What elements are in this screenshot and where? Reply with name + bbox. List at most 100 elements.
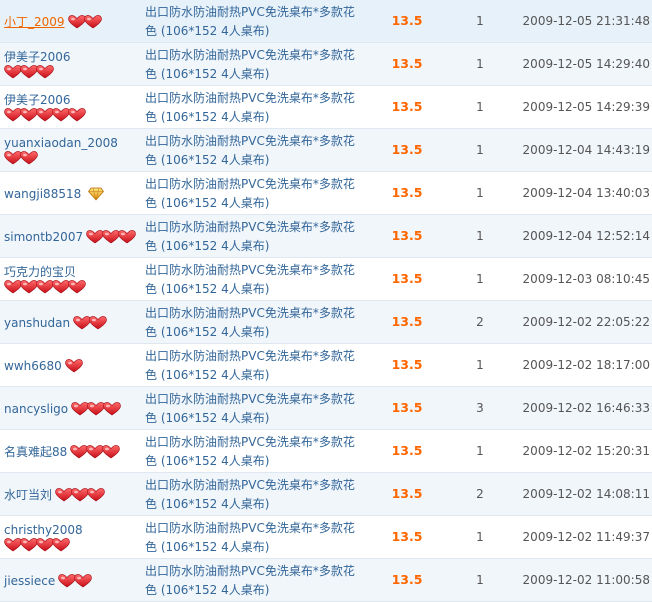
purchase-time: 2009-12-02 11:49:37 [522,530,650,544]
product-title-link[interactable]: 出口防水防油耐热PVC免洗桌布*多款花色 (106*152 4人桌布) [145,562,363,600]
heart-rating-icon [36,65,54,79]
buyer-cell: 伊美子2006 [4,86,138,128]
purchase-time: 2009-12-04 13:40:03 [522,186,650,200]
table-row: wangji88518 出口防水防油耐热PVC免洗桌布*多款花色 (106*152… [0,172,652,215]
buyer-name-link[interactable]: 名真难起88 [4,445,67,459]
product-title-link[interactable]: 出口防水防油耐热PVC免洗桌布*多款花色 (106*152 4人桌布) [145,304,363,342]
buyer-name-link[interactable]: 小丁_2009 [4,15,65,29]
heart-rating-icon [64,359,83,373]
purchase-time: 2009-12-02 18:17:00 [522,358,650,372]
product-title-link[interactable]: 出口防水防油耐热PVC免洗桌布*多款花色 (106*152 4人桌布) [145,476,363,514]
product-title-link[interactable]: 出口防水防油耐热PVC免洗桌布*多款花色 (106*152 4人桌布) [145,218,363,256]
buyer-cell: 名真难起88 [4,430,138,472]
heart-rating-icon [68,108,86,122]
product-title-link[interactable]: 出口防水防油耐热PVC免洗桌布*多款花色 (106*152 4人桌布) [145,347,363,385]
buyer-name-link[interactable]: 伊美子2006 [4,50,71,64]
buyer-cell: nancysligo [4,387,138,429]
buyer-cell: yuanxiaodan_2008 [4,129,138,171]
rating-icons [84,187,105,201]
buyer-cell: christhy2008 [4,516,138,558]
quantity-value: 1 [476,57,484,71]
buyer-name-link[interactable]: 巧克力的宝贝 [4,265,76,279]
purchase-time: 2009-12-04 14:43:19 [522,143,650,157]
product-title-link[interactable]: 出口防水防油耐热PVC免洗桌布*多款花色 (106*152 4人桌布) [145,175,363,213]
heart-rating-icon [102,445,121,459]
table-row: 名真难起88 出口防水防油耐热PVC免洗桌布*多款花色 (106*152 4人桌布… [0,430,652,473]
price-value: 13.5 [391,400,423,415]
quantity-value: 1 [476,358,484,372]
quantity-value: 1 [476,444,484,458]
product-title-link[interactable]: 出口防水防油耐热PVC免洗桌布*多款花色 (106*152 4人桌布) [145,3,363,41]
table-row: 伊美子2006 出口防水防油耐热PVC免洗桌布*多款花色 (106*152 4人桌… [0,43,652,86]
price-value: 13.5 [391,185,423,200]
price-value: 13.5 [391,529,423,544]
heart-rating-icon [83,15,102,29]
rating-icons [67,15,102,29]
product-title-link[interactable]: 出口防水防油耐热PVC免洗桌布*多款花色 (106*152 4人桌布) [145,89,363,127]
rating-icons [4,280,86,294]
rating-icons [58,574,93,588]
table-row: yanshudan 出口防水防油耐热PVC免洗桌布*多款花色 (106*152 4… [0,301,652,344]
buyer-cell: jiessiece [4,559,138,601]
buyer-cell: 水叮当刘 [4,473,138,515]
quantity-value: 2 [476,315,484,329]
heart-rating-icon [52,538,70,552]
product-title-link[interactable]: 出口防水防油耐热PVC免洗桌布*多款花色 (106*152 4人桌布) [145,261,363,299]
buyer-name-link[interactable]: 伊美子2006 [4,93,71,107]
heart-rating-icon [20,151,38,165]
buyer-name-link[interactable]: jiessiece [4,574,55,588]
product-title-link[interactable]: 出口防水防油耐热PVC免洗桌布*多款花色 (106*152 4人桌布) [145,519,363,557]
buyer-name-link[interactable]: yanshudan [4,316,70,330]
price-value: 13.5 [391,314,423,329]
table-row: wwh6680 出口防水防油耐热PVC免洗桌布*多款花色 (106*152 4人桌… [0,344,652,387]
buyer-cell: simontb2007 [4,215,138,257]
purchase-time: 2009-12-05 21:31:48 [522,14,650,28]
rating-icons [86,230,136,244]
price-value: 13.5 [391,572,423,587]
table-row: 伊美子2006 出口防水防油耐热PVC免洗桌布*多款花色 (106*152 4人桌… [0,86,652,129]
buyer-name-link[interactable]: wangji88518 [4,187,81,201]
price-value: 13.5 [391,271,423,286]
purchase-time: 2009-12-02 16:46:33 [522,401,650,415]
rating-icons [4,65,54,79]
heart-rating-icon [118,230,136,244]
price-value: 13.5 [391,142,423,157]
product-title-link[interactable]: 出口防水防油耐热PVC免洗桌布*多款花色 (106*152 4人桌布) [145,390,363,428]
table-row: simontb2007 出口防水防油耐热PVC免洗桌布*多款花色 (106*152… [0,215,652,258]
table-row: nancysligo 出口防水防油耐热PVC免洗桌布*多款花色 (106*152 … [0,387,652,430]
rating-icons [55,488,105,502]
buyer-cell: 伊美子2006 [4,43,138,85]
price-value: 13.5 [391,228,423,243]
quantity-value: 1 [476,143,484,157]
purchase-time: 2009-12-04 12:52:14 [522,229,650,243]
purchase-time: 2009-12-02 14:08:11 [522,487,650,501]
buyer-name-link[interactable]: yuanxiaodan_2008 [4,136,118,150]
buyer-name-link[interactable]: nancysligo [4,402,68,416]
quantity-value: 1 [476,186,484,200]
rating-icons [4,151,38,165]
buyer-name-link[interactable]: christhy2008 [4,523,83,537]
buyer-cell: yanshudan [4,301,138,343]
price-value: 13.5 [391,443,423,458]
quantity-value: 3 [476,401,484,415]
table-row: 水叮当刘 出口防水防油耐热PVC免洗桌布*多款花色 (106*152 4人桌布) 1… [0,473,652,516]
quantity-value: 1 [476,229,484,243]
product-title-link[interactable]: 出口防水防油耐热PVC免洗桌布*多款花色 (106*152 4人桌布) [145,46,363,84]
purchase-records-table: 小丁_2009 出口防水防油耐热PVC免洗桌布*多款花色 (106*152 4人桌… [0,0,652,602]
buyer-name-link[interactable]: 水叮当刘 [4,488,52,502]
table-row: 小丁_2009 出口防水防油耐热PVC免洗桌布*多款花色 (106*152 4人桌… [0,0,652,43]
buyer-name-link[interactable]: wwh6680 [4,359,62,373]
product-title-link[interactable]: 出口防水防油耐热PVC免洗桌布*多款花色 (106*152 4人桌布) [145,132,363,170]
heart-rating-icon [68,280,86,294]
rating-icons [4,538,70,552]
quantity-value: 1 [476,530,484,544]
quantity-value: 1 [476,272,484,286]
purchase-time: 2009-12-02 22:05:22 [522,315,650,329]
table-row: christhy2008 出口防水防油耐热PVC免洗桌布*多款花色 (106*15… [0,516,652,559]
rating-icons [70,445,121,459]
buyer-name-link[interactable]: simontb2007 [4,230,83,244]
purchase-time: 2009-12-03 08:10:45 [522,272,650,286]
buyer-cell: wwh6680 [4,344,138,386]
product-title-link[interactable]: 出口防水防油耐热PVC免洗桌布*多款花色 (106*152 4人桌布) [145,433,363,471]
rating-icons [73,316,107,330]
